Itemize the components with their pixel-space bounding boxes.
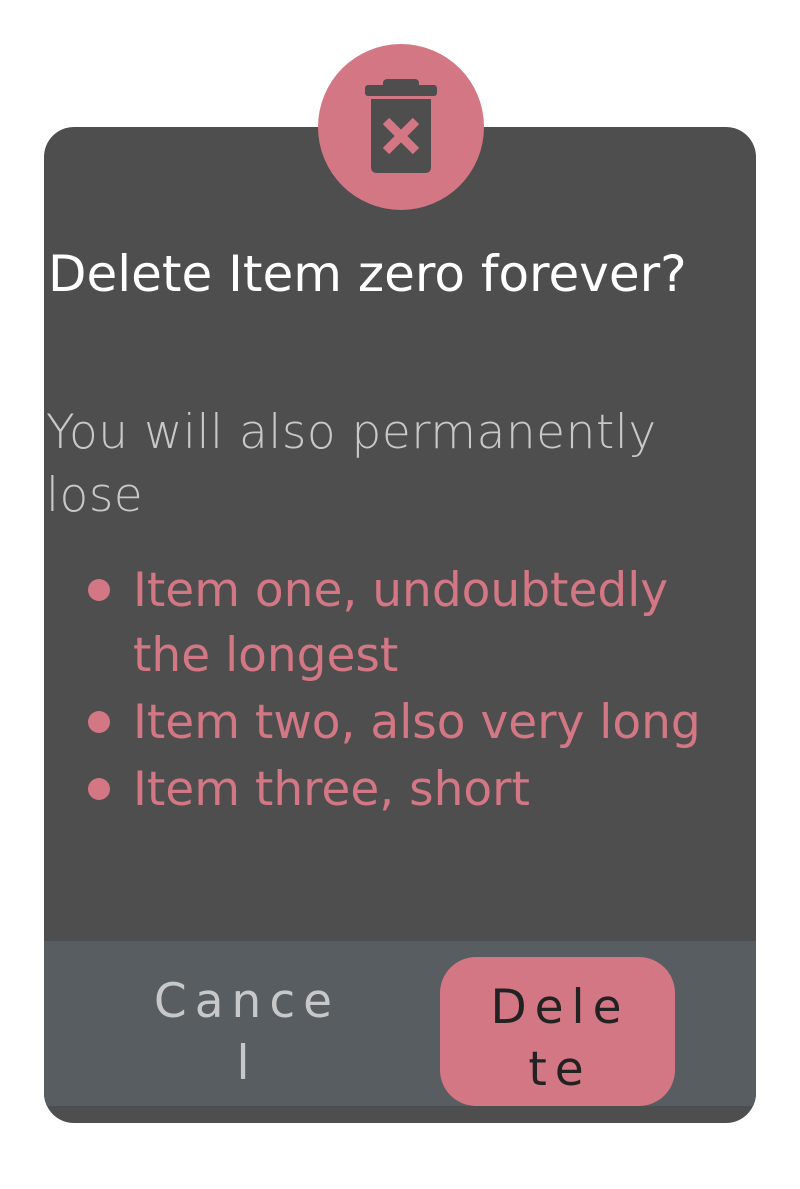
- bullet-dot-icon: [88, 711, 110, 733]
- dialog-lead-text: You will also permanently lose: [46, 405, 657, 523]
- dialog-title: Delete Item zero forever?: [48, 245, 687, 303]
- list-item: Item one, undoubtedly the longest: [88, 558, 733, 688]
- bullet-dot-icon: [88, 579, 110, 601]
- list-item-label: Item one, undoubtedly the longest: [133, 563, 669, 683]
- delete-button[interactable]: Delete: [440, 957, 675, 1106]
- page: Delete Item zero forever? You will also …: [0, 0, 800, 1189]
- trash-x-icon: [365, 79, 437, 173]
- dialog-footer: Cancel Delete: [44, 941, 756, 1106]
- list-item-label: Item two, also very long: [133, 695, 701, 750]
- list-item: Item three, short: [88, 757, 733, 822]
- bullet-dot-icon: [88, 778, 110, 800]
- list-item: Item two, also very long: [88, 690, 733, 755]
- affected-items-list: Item one, undoubtedly the longest Item t…: [88, 558, 733, 824]
- list-item-label: Item three, short: [133, 762, 530, 817]
- cancel-button[interactable]: Cancel: [152, 971, 342, 1091]
- icon-badge: [318, 44, 484, 210]
- delete-confirmation-dialog: Delete Item zero forever? You will also …: [44, 127, 756, 1123]
